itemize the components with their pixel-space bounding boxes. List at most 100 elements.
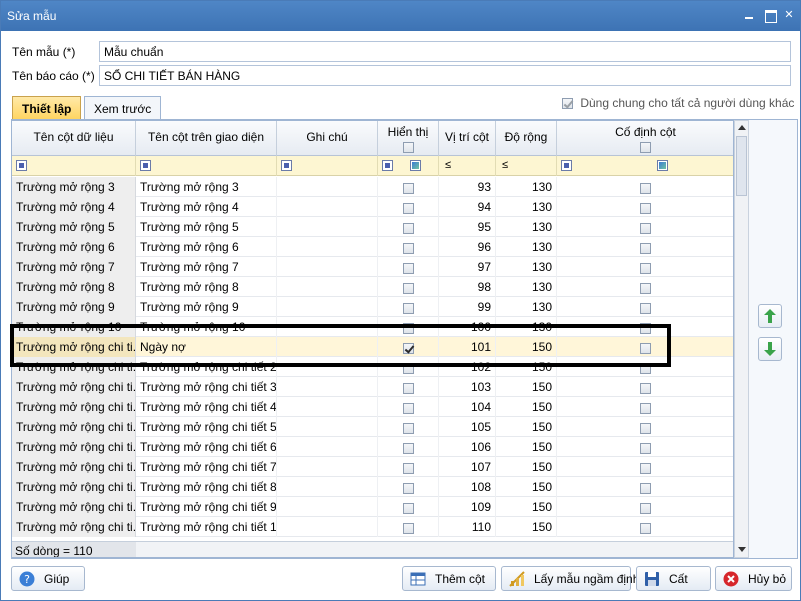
visible-cell[interactable] [378,317,439,337]
visible-checkbox[interactable] [402,243,414,255]
width-cell[interactable]: 150 [496,357,557,377]
position-cell[interactable]: 100 [439,317,496,337]
visible-cell[interactable] [378,477,439,497]
position-cell[interactable]: 106 [439,437,496,457]
help-button[interactable]: ? Giúp [11,566,85,591]
position-cell[interactable]: 108 [439,477,496,497]
data-column-cell[interactable]: Trường mở rộng 5 [12,217,136,237]
data-column-cell[interactable]: Trường mở rộng 10 [12,317,136,337]
visible-checkbox[interactable] [402,303,414,315]
ui-column-cell[interactable]: Trường mở rộng 7 [136,257,277,277]
fixed-checkbox[interactable] [640,483,651,495]
ui-column-cell[interactable]: Trường mở rộng chi tiết 9 [136,497,277,517]
fixed-checkbox[interactable] [640,503,651,515]
save-button[interactable]: Cất [636,566,711,591]
visible-checkbox[interactable] [402,503,414,515]
table-row[interactable]: Trường mở rộng chi ti... Trường mở rộng c… [12,517,733,537]
header-visible[interactable]: Hiển thị [378,121,439,156]
note-cell[interactable] [277,457,378,477]
fixed-cell[interactable] [557,517,733,537]
ui-column-cell[interactable]: Trường mở rộng 9 [136,297,277,317]
width-cell[interactable]: 130 [496,217,557,237]
visible-cell[interactable] [378,357,439,377]
visible-cell[interactable] [378,497,439,517]
table-row[interactable]: Trường mở rộng 6 Trường mở rộng 6 96 130 [12,237,733,257]
fixed-checkbox[interactable] [640,283,651,295]
share-all-option[interactable]: Dùng chung cho tất cả người dùng khác [562,96,794,110]
scroll-down-icon[interactable] [738,547,746,552]
table-row[interactable]: Trường mở rộng 7 Trường mở rộng 7 97 130 [12,257,733,277]
maximize-button[interactable] [763,8,777,23]
fixed-cell[interactable] [557,217,733,237]
width-cell[interactable]: 130 [496,237,557,257]
load-default-template-button[interactable]: Lấy mẫu ngầm định [501,566,639,591]
data-column-cell[interactable]: Trường mở rộng chi ti... [12,497,136,517]
minimize-button[interactable] [742,8,756,22]
visible-checkbox[interactable] [402,423,414,435]
filter-ui-column[interactable] [136,156,277,176]
table-row[interactable]: Trường mở rộng chi ti... Trường mở rộng c… [12,457,733,477]
fixed-checkbox[interactable] [640,463,651,475]
visible-checkbox[interactable] [402,463,414,475]
ui-column-cell[interactable]: Trường mở rộng chi tiết 8 [136,477,277,497]
data-column-cell[interactable]: Trường mở rộng chi ti... [12,337,136,357]
fixed-checkbox[interactable] [640,423,651,435]
header-visible-checkbox[interactable] [402,142,414,154]
header-fixed[interactable]: Cố định cột [557,121,733,156]
fixed-cell[interactable] [557,317,733,337]
note-cell[interactable] [277,517,378,537]
visible-cell[interactable] [378,337,439,357]
width-cell[interactable]: 150 [496,477,557,497]
ui-column-cell[interactable]: Trường mở rộng 4 [136,197,277,217]
visible-checkbox[interactable] [402,203,414,215]
position-cell[interactable]: 101 [439,337,496,357]
note-cell[interactable] [277,197,378,217]
note-cell[interactable] [277,437,378,457]
header-ui-column[interactable]: Tên cột trên giao diện [136,121,277,156]
width-cell[interactable]: 130 [496,297,557,317]
ui-column-cell[interactable]: Ngày nợ [136,337,277,357]
fixed-cell[interactable] [557,237,733,257]
table-row[interactable]: Trường mở rộng chi ti... Trường mở rộng c… [12,357,733,377]
fixed-checkbox[interactable] [640,243,651,255]
width-cell[interactable]: 150 [496,437,557,457]
share-all-checkbox[interactable] [562,98,573,110]
note-cell[interactable] [277,337,378,357]
position-cell[interactable]: 105 [439,417,496,437]
filter-width[interactable]: ≤ [496,156,557,176]
filter-note[interactable] [277,156,378,176]
visible-checkbox[interactable] [402,483,414,495]
data-column-cell[interactable]: Trường mở rộng chi ti... [12,417,136,437]
visible-cell[interactable] [378,237,439,257]
ui-column-cell[interactable]: Trường mở rộng chi tiết 10 [136,517,277,537]
fixed-checkbox[interactable] [640,303,651,315]
visible-cell[interactable] [378,277,439,297]
width-cell[interactable]: 150 [496,457,557,477]
position-cell[interactable]: 99 [439,297,496,317]
fixed-cell[interactable] [557,277,733,297]
fixed-checkbox[interactable] [640,523,651,535]
ui-column-cell[interactable]: Trường mở rộng 10 [136,317,277,337]
position-cell[interactable]: 110 [439,517,496,537]
position-cell[interactable]: 109 [439,497,496,517]
width-cell[interactable]: 130 [496,197,557,217]
position-cell[interactable]: 97 [439,257,496,277]
visible-checkbox[interactable] [402,263,414,275]
fixed-cell[interactable] [557,377,733,397]
fixed-checkbox[interactable] [640,383,651,395]
data-column-cell[interactable]: Trường mở rộng 3 [12,177,136,197]
fixed-cell[interactable] [557,177,733,197]
data-column-cell[interactable]: Trường mở rộng 7 [12,257,136,277]
note-cell[interactable] [277,357,378,377]
data-column-cell[interactable]: Trường mở rộng chi ti... [12,437,136,457]
fixed-cell[interactable] [557,197,733,217]
width-cell[interactable]: 130 [496,177,557,197]
header-data-column[interactable]: Tên cột dữ liệu [12,121,136,156]
fixed-cell[interactable] [557,477,733,497]
scroll-thumb[interactable] [736,136,747,196]
table-row[interactable]: Trường mở rộng chi ti... Trường mở rộng c… [12,437,733,457]
table-row[interactable]: Trường mở rộng 4 Trường mở rộng 4 94 130 [12,197,733,217]
note-cell[interactable] [277,497,378,517]
note-cell[interactable] [277,417,378,437]
note-cell[interactable] [277,237,378,257]
